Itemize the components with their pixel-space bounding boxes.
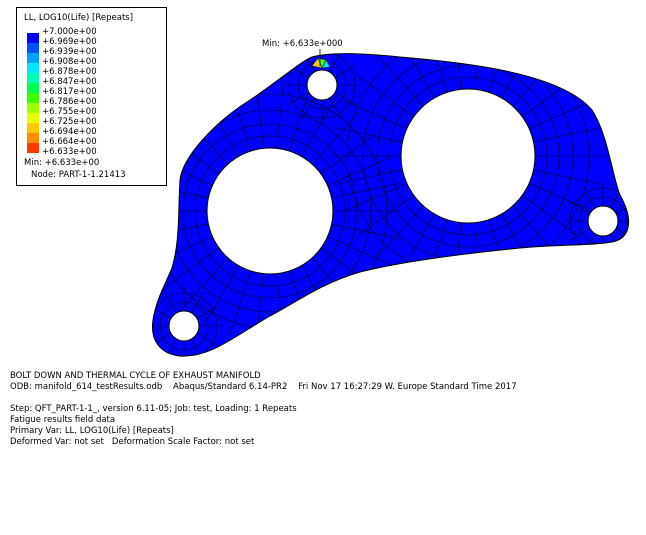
legend-label: +6.847e+00 <box>42 77 97 87</box>
field-info: Fatigue results field data <box>10 415 116 425</box>
min-annotation: Min: +6.633e+000 <box>262 39 343 49</box>
legend-label: +6.755e+00 <box>42 107 97 117</box>
contour-legend[interactable]: LL, LOG10(Life) [Repeats] +7.000e+00 +6.9… <box>16 7 167 186</box>
legend-label: +6.633e+00 <box>42 147 97 157</box>
legend-swatch <box>27 73 39 83</box>
legend-label: +6.664e+00 <box>42 137 97 147</box>
legend-swatch <box>27 33 39 43</box>
legend-swatch <box>27 63 39 73</box>
legend-color-bar <box>27 33 39 153</box>
legend-label: +6.786e+00 <box>42 97 97 107</box>
legend-swatch <box>27 83 39 93</box>
legend-swatch <box>27 53 39 63</box>
odb-info: ODB: manifold_614_testResults.odb Abaqus… <box>10 382 517 392</box>
legend-label: +6.817e+00 <box>42 87 97 97</box>
legend-swatch <box>27 103 39 113</box>
legend-label: +7.000e+00 <box>42 27 97 37</box>
legend-swatch <box>27 43 39 53</box>
legend-label: +6.908e+00 <box>42 57 97 67</box>
legend-title: LL, LOG10(Life) [Repeats] <box>24 13 134 23</box>
legend-swatch <box>27 133 39 143</box>
legend-min-label: Min: +6.633e+00 <box>24 158 100 168</box>
deformed-var-info: Deformed Var: not set Deformation Scale … <box>10 437 255 447</box>
gasket-part <box>151 53 630 357</box>
legend-swatch <box>27 143 39 153</box>
legend-label: +6.878e+00 <box>42 67 97 77</box>
model-info-block: BOLT DOWN AND THERMAL CYCLE OF EXHAUST M… <box>10 371 517 448</box>
legend-label: +6.939e+00 <box>42 47 97 57</box>
legend-swatch <box>27 123 39 133</box>
legend-swatch <box>27 113 39 123</box>
legend-label: +6.969e+00 <box>42 37 97 47</box>
step-info: Step: QFT_PART-1-1_, version 6.11-05; Jo… <box>10 404 297 414</box>
model-title: BOLT DOWN AND THERMAL CYCLE OF EXHAUST M… <box>10 371 261 381</box>
legend-labels: +7.000e+00 +6.969e+00 +6.939e+00 +6.908e+00… <box>42 27 97 157</box>
legend-node-label: Node: PART-1-1.21413 <box>31 170 126 180</box>
legend-label: +6.725e+00 <box>42 117 97 127</box>
primary-var-info: Primary Var: LL, LOG10(Life) [Repeats] <box>10 426 174 436</box>
legend-label: +6.694e+00 <box>42 127 97 137</box>
legend-swatch <box>27 93 39 103</box>
